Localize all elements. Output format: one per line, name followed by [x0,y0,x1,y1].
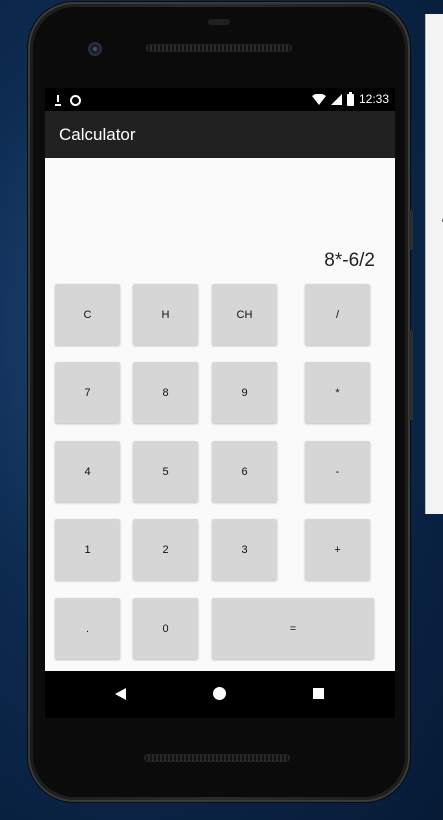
decimal-button[interactable]: . [55,598,120,659]
home-icon[interactable] [213,687,226,700]
equals-button[interactable]: = [212,598,374,659]
digit-0-button[interactable]: 0 [133,598,198,659]
cell-signal-icon [330,94,342,105]
digit-9-button[interactable]: 9 [212,362,277,423]
digit-7-button[interactable]: 7 [55,362,120,423]
download-icon [55,94,61,106]
multiply-button[interactable]: * [305,362,370,423]
power-button[interactable] [409,330,413,420]
digit-3-button[interactable]: 3 [212,519,277,580]
record-icon [70,94,81,106]
device-screen: 12:33 Calculator 8*-6/2 C H CH / 7 8 9 *… [45,88,395,718]
digit-4-button[interactable]: 4 [55,441,120,502]
recents-icon[interactable] [313,688,324,699]
digit-8-button[interactable]: 8 [133,362,198,423]
back-icon[interactable] [115,688,126,700]
status-bar: 12:33 [45,88,395,111]
volume-button[interactable] [409,210,413,250]
add-button[interactable]: + [305,519,370,580]
battery-icon [346,91,354,106]
earpiece-slit [208,19,230,25]
bottom-speaker-grille [144,754,290,762]
background-window [425,14,443,514]
calculator-body: 8*-6/2 C H CH / 7 8 9 * 4 5 6 - 1 2 3 + … [45,158,395,671]
front-camera-icon [88,42,102,56]
clear-history-button[interactable]: CH [212,284,277,345]
top-speaker-grille [146,44,292,52]
wifi-icon [311,94,326,105]
divide-button[interactable]: / [305,284,370,345]
history-button[interactable]: H [133,284,198,345]
digit-2-button[interactable]: 2 [133,519,198,580]
navigation-bar [45,671,395,718]
app-bar: Calculator [45,111,395,158]
digit-1-button[interactable]: 1 [55,519,120,580]
clear-button[interactable]: C [55,284,120,345]
digit-6-button[interactable]: 6 [212,441,277,502]
digit-5-button[interactable]: 5 [133,441,198,502]
expression-display: 8*-6/2 [324,250,375,271]
subtract-button[interactable]: - [305,441,370,502]
app-title: Calculator [59,125,136,144]
status-time: 12:33 [358,92,389,106]
